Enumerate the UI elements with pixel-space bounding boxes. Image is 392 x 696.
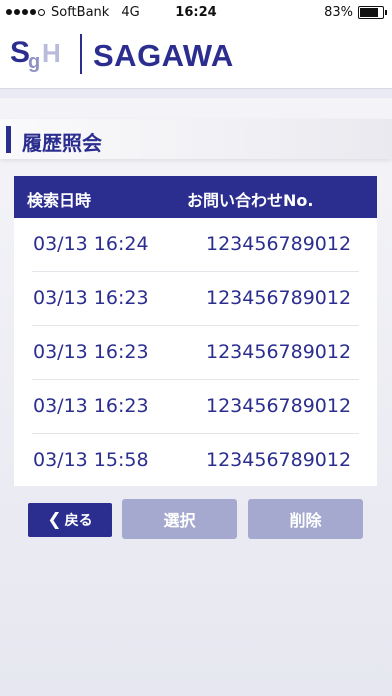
svg-text:g: g: [28, 51, 40, 73]
logo-divider: [80, 34, 82, 74]
app-header: S g H SAGAWA: [0, 26, 392, 89]
row-tracking-number: 123456789012: [206, 341, 352, 363]
table-row[interactable]: 03/13 15:58 123456789012: [14, 434, 377, 488]
content-panel: 履歴照会 検索日時 お問い合わせNo. 03/13 16:24 12345678…: [0, 98, 392, 696]
select-button-label: 選択: [163, 511, 196, 530]
back-button-label: 戻る: [64, 513, 93, 529]
status-right: 83%: [324, 5, 387, 20]
row-datetime: 03/13 16:24: [33, 233, 149, 255]
row-tracking-number: 123456789012: [206, 395, 352, 417]
action-buttons: ❮ 戻る 選択 削除: [0, 499, 392, 543]
status-bar: SoftBank 4G 16:24 83%: [0, 0, 392, 26]
row-datetime: 03/13 15:58: [33, 449, 149, 471]
table-row[interactable]: 03/13 16:23 123456789012: [14, 272, 377, 326]
delete-button-label: 削除: [289, 511, 322, 530]
history-table: 検索日時 お問い合わせNo. 03/13 16:24 123456789012 …: [14, 176, 377, 486]
table-row[interactable]: 03/13 16:24 123456789012: [14, 218, 377, 272]
row-datetime: 03/13 16:23: [33, 287, 149, 309]
row-datetime: 03/13 16:23: [33, 341, 149, 363]
sgh-logo-icon: S g H: [10, 36, 61, 73]
battery-fill: [360, 8, 379, 17]
table-row[interactable]: 03/13 16:23 123456789012: [14, 380, 377, 434]
table-row[interactable]: 03/13 16:23 123456789012: [14, 326, 377, 380]
column-header-number: お問い合わせNo.: [187, 191, 314, 210]
row-tracking-number: 123456789012: [206, 287, 352, 309]
battery-icon: [358, 6, 387, 19]
chevron-left-icon: ❮: [47, 510, 62, 530]
row-tracking-number: 123456789012: [206, 449, 352, 471]
row-datetime: 03/13 16:23: [33, 395, 149, 417]
section-header: 履歴照会: [0, 119, 392, 159]
section-title-bar: [6, 126, 11, 153]
table-header: 検索日時 お問い合わせNo.: [14, 176, 377, 218]
select-button[interactable]: 選択: [122, 499, 237, 539]
row-tracking-number: 123456789012: [206, 233, 352, 255]
battery-percent: 83%: [324, 5, 353, 20]
svg-text:S: S: [10, 36, 30, 69]
section-title: 履歴照会: [22, 131, 102, 155]
column-header-datetime: 検索日時: [27, 191, 92, 210]
svg-text:H: H: [42, 38, 61, 68]
back-button[interactable]: ❮ 戻る: [28, 503, 112, 537]
brand-name: SAGAWA: [93, 38, 234, 73]
delete-button[interactable]: 削除: [248, 499, 363, 539]
